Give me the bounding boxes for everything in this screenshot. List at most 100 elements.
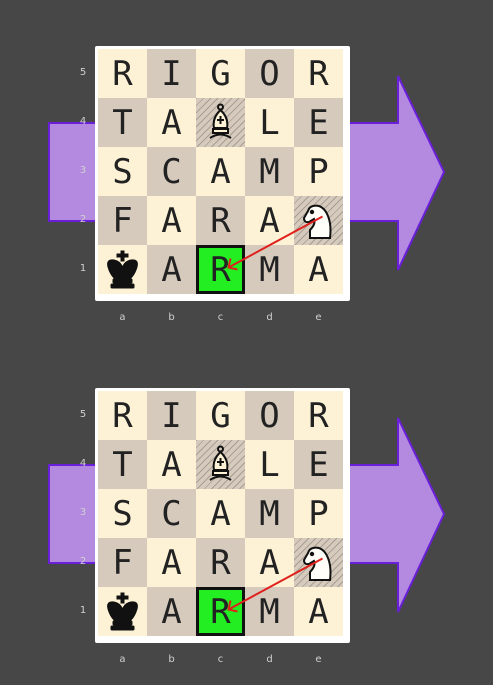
square-letter: R [210, 542, 231, 583]
square-a4[interactable]: T [98, 440, 147, 489]
file-label: b [168, 312, 175, 323]
file-label: a [119, 312, 126, 323]
square-d5[interactable]: O [245, 49, 294, 98]
square-c3[interactable]: A [196, 147, 245, 196]
game-board: RIGORTA LESCAMPFARA ARMA [95, 388, 350, 643]
board-panel-1: RIGORTA LESCAMPFARA ARMA54321abcde [0, 0, 493, 323]
square-a1[interactable] [98, 245, 147, 294]
square-c2[interactable]: R [196, 196, 245, 245]
square-letter: A [161, 200, 182, 241]
square-b1[interactable]: A [147, 587, 196, 636]
square-c1[interactable]: R [196, 245, 245, 294]
square-b4[interactable]: A [147, 98, 196, 147]
rank-label: 2 [79, 213, 87, 225]
square-a4[interactable]: T [98, 98, 147, 147]
file-label: d [266, 312, 273, 323]
square-c5[interactable]: G [196, 391, 245, 440]
square-letter: T [112, 102, 133, 143]
rank-label: 4 [79, 457, 87, 469]
square-d5[interactable]: O [245, 391, 294, 440]
square-e3[interactable]: P [294, 147, 343, 196]
square-b3[interactable]: C [147, 147, 196, 196]
square-b2[interactable]: A [147, 538, 196, 587]
rank-label: 5 [79, 66, 87, 78]
knight-icon[interactable] [294, 538, 343, 587]
square-a3[interactable]: S [98, 147, 147, 196]
file-label: d [266, 654, 273, 665]
square-b1[interactable]: A [147, 245, 196, 294]
square-a5[interactable]: R [98, 391, 147, 440]
square-c4[interactable] [196, 98, 245, 147]
square-d4[interactable]: L [245, 440, 294, 489]
square-c4[interactable] [196, 440, 245, 489]
board-panel-2: RIGORTA LESCAMPFARA ARMA54321abcde [0, 342, 493, 665]
square-letter: L [259, 102, 280, 143]
square-b5[interactable]: I [147, 391, 196, 440]
game-board: RIGORTA LESCAMPFARA ARMA [95, 46, 350, 301]
square-a1[interactable] [98, 587, 147, 636]
file-label: a [119, 654, 126, 665]
square-letter: A [161, 102, 182, 143]
square-letter: A [259, 200, 280, 241]
square-letter: R [210, 591, 231, 632]
square-letter: R [308, 395, 329, 436]
square-d2[interactable]: A [245, 196, 294, 245]
rank-label: 4 [79, 115, 87, 127]
square-b5[interactable]: I [147, 49, 196, 98]
square-letter: R [210, 200, 231, 241]
square-d3[interactable]: M [245, 147, 294, 196]
square-e4[interactable]: E [294, 98, 343, 147]
file-label: b [168, 654, 175, 665]
square-letter: P [308, 493, 329, 534]
rank-label: 2 [79, 555, 87, 567]
rank-label: 5 [79, 408, 87, 420]
square-e2[interactable] [294, 538, 343, 587]
square-letter: A [308, 249, 329, 290]
square-b3[interactable]: C [147, 489, 196, 538]
square-d1[interactable]: M [245, 245, 294, 294]
square-letter: C [161, 493, 182, 534]
bishop-icon[interactable] [196, 440, 245, 489]
square-e1[interactable]: A [294, 245, 343, 294]
square-e5[interactable]: R [294, 49, 343, 98]
king-icon[interactable] [98, 245, 147, 294]
square-c5[interactable]: G [196, 49, 245, 98]
king-icon[interactable] [98, 587, 147, 636]
square-c2[interactable]: R [196, 538, 245, 587]
square-letter: O [259, 53, 280, 94]
square-d4[interactable]: L [245, 98, 294, 147]
square-letter: M [259, 151, 280, 192]
rank-label: 1 [79, 604, 87, 616]
square-d1[interactable]: M [245, 587, 294, 636]
square-c1[interactable]: R [196, 587, 245, 636]
square-letter: G [210, 53, 231, 94]
square-e3[interactable]: P [294, 489, 343, 538]
square-letter: I [161, 53, 182, 94]
square-e4[interactable]: E [294, 440, 343, 489]
square-e1[interactable]: A [294, 587, 343, 636]
square-letter: F [112, 200, 133, 241]
square-b4[interactable]: A [147, 440, 196, 489]
square-letter: L [259, 444, 280, 485]
square-letter: F [112, 542, 133, 583]
square-letter: R [210, 249, 231, 290]
bishop-icon[interactable] [196, 98, 245, 147]
square-d3[interactable]: M [245, 489, 294, 538]
square-a2[interactable]: F [98, 538, 147, 587]
knight-icon[interactable] [294, 196, 343, 245]
square-a5[interactable]: R [98, 49, 147, 98]
square-a3[interactable]: S [98, 489, 147, 538]
file-label: c [217, 312, 224, 323]
square-c3[interactable]: A [196, 489, 245, 538]
square-letter: A [161, 249, 182, 290]
square-d2[interactable]: A [245, 538, 294, 587]
square-letter: S [112, 151, 133, 192]
square-letter: R [112, 395, 133, 436]
square-b2[interactable]: A [147, 196, 196, 245]
square-e2[interactable] [294, 196, 343, 245]
square-letter: M [259, 493, 280, 534]
square-e5[interactable]: R [294, 391, 343, 440]
square-letter: T [112, 444, 133, 485]
square-letter: M [259, 591, 280, 632]
square-a2[interactable]: F [98, 196, 147, 245]
